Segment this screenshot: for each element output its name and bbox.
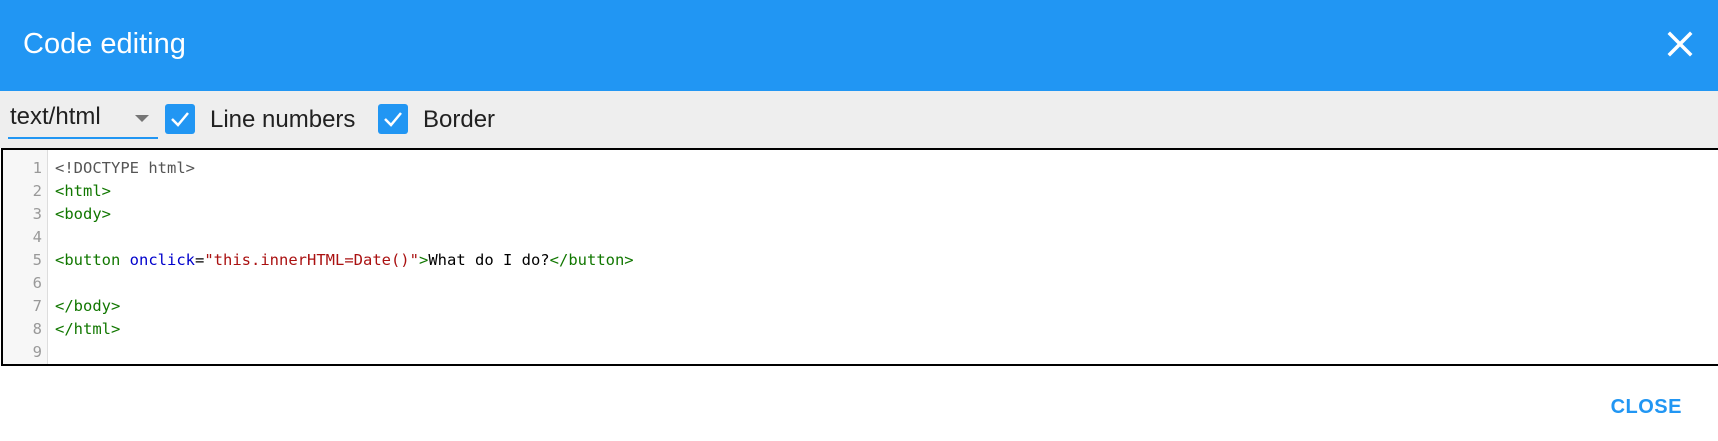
line-number: 6: [32, 274, 42, 292]
code-line[interactable]: <button onclick="this.innerHTML=Date()">…: [55, 249, 634, 272]
mode-select-value: text/html: [10, 103, 101, 130]
close-icon[interactable]: [1660, 24, 1700, 64]
line-number: 2: [32, 182, 42, 200]
line-number: 9: [32, 343, 42, 361]
line-numbers-label[interactable]: Line numbers: [210, 106, 355, 134]
mode-select[interactable]: text/html: [8, 101, 158, 139]
code-token: </button>: [549, 251, 634, 269]
code-token: onclick: [129, 251, 195, 269]
code-line[interactable]: <!DOCTYPE html>: [55, 157, 634, 180]
code-token: <button: [55, 251, 121, 269]
code-token: >: [418, 251, 429, 269]
code-line[interactable]: <body>: [55, 203, 634, 226]
line-number: 3: [32, 205, 42, 223]
code-token: What do I do?: [428, 251, 550, 269]
line-number: 1: [32, 159, 42, 177]
border-checkbox[interactable]: [378, 104, 408, 134]
code-token: "this.innerHTML=Date()": [204, 251, 419, 269]
line-number: 4: [32, 228, 42, 246]
code-editing-dialog: Code editing text/html Line numbers Bord…: [0, 0, 1718, 441]
line-number: 7: [32, 297, 42, 315]
code-token: <html>: [55, 182, 111, 200]
code-content[interactable]: <!DOCTYPE html> <html> <body> <button oncli…: [55, 157, 634, 364]
editor-toolbar: text/html Line numbers Border: [0, 91, 1718, 148]
code-token: <!DOCTYPE html>: [55, 159, 195, 177]
dialog-title: Code editing: [23, 28, 186, 60]
code-line[interactable]: [55, 226, 634, 249]
code-editor[interactable]: 1 2 3 4 5 6 7 8 9 <!DOCTYPE html> <html> <body> <bu…: [1, 148, 1718, 366]
line-numbers-checkbox[interactable]: [165, 104, 195, 134]
checkmark-icon: [384, 112, 402, 127]
code-line[interactable]: </html>: [55, 318, 634, 341]
line-number-gutter: 1 2 3 4 5 6 7 8 9: [3, 150, 48, 364]
code-token: </body>: [55, 297, 121, 315]
code-line[interactable]: </body>: [55, 295, 634, 318]
dropdown-arrow-icon: [135, 115, 149, 122]
close-button[interactable]: CLOSE: [1611, 396, 1682, 419]
code-line[interactable]: [55, 272, 634, 295]
code-line[interactable]: <html>: [55, 180, 634, 203]
code-line[interactable]: [55, 341, 634, 364]
line-number: 8: [32, 320, 42, 338]
border-label: Border: [423, 106, 496, 133]
dialog-header: Code editing: [0, 0, 1718, 91]
checkmark-icon: [171, 112, 189, 127]
code-token: =: [195, 251, 205, 269]
code-token: </html>: [55, 320, 121, 338]
code-token: <body>: [55, 205, 111, 223]
line-number: 5: [32, 251, 42, 269]
